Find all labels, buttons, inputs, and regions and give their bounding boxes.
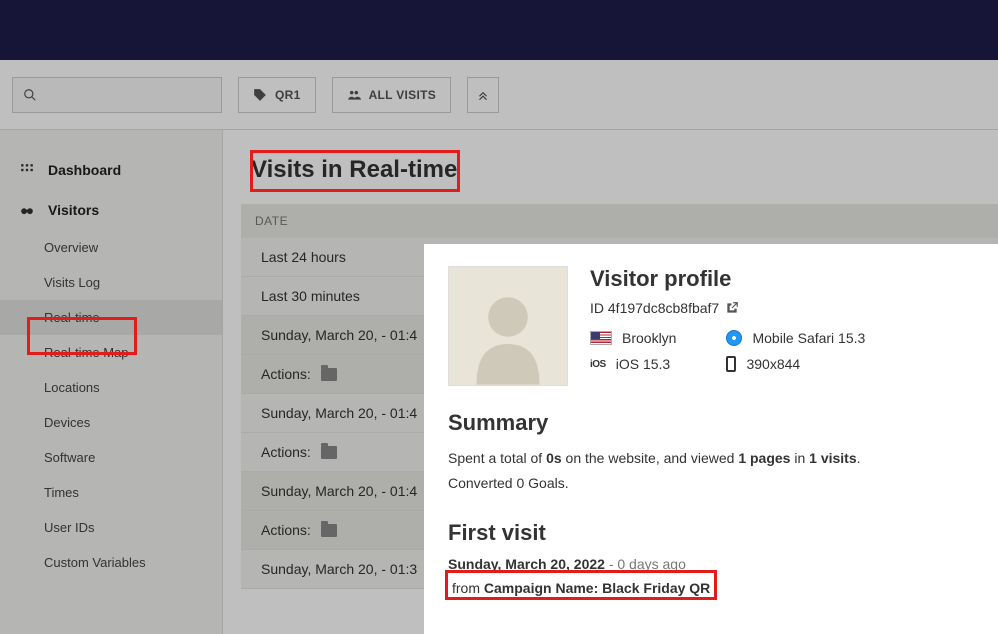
first-visit-date-text: Sunday, March 20, 2022: [448, 556, 605, 572]
visitor-id: ID 4f197dc8cb8fbaf7: [590, 300, 974, 316]
summary-part: Spent a total of: [448, 450, 546, 466]
summary-part: in: [790, 450, 809, 466]
first-visit-date: Sunday, March 20, 2022 - 0 days ago: [448, 556, 974, 572]
summary-part: on the website, and viewed: [562, 450, 739, 466]
summary-heading: Summary: [448, 410, 974, 436]
ios-icon: iOS: [590, 359, 606, 370]
first-visit-ago: - 0 days ago: [605, 556, 686, 572]
mobile-device-icon: [726, 356, 736, 372]
us-flag-icon: [590, 331, 612, 345]
browser-row: Mobile Safari 15.3: [726, 330, 865, 346]
summary-visits: 1 visits: [809, 450, 856, 466]
visitor-id-text: ID 4f197dc8cb8fbaf7: [590, 300, 719, 316]
campaign-from: from: [452, 580, 484, 596]
browser-text: Mobile Safari 15.3: [752, 330, 865, 346]
summary-pages: 1 pages: [738, 450, 790, 466]
popup-title: Visitor profile: [590, 266, 974, 292]
first-visit-heading: First visit: [448, 520, 974, 546]
summary-goals: Converted 0 Goals.: [448, 475, 569, 491]
summary-time: 0s: [546, 450, 562, 466]
visitor-profile-popup: Visitor profile ID 4f197dc8cb8fbaf7 Broo…: [424, 244, 998, 634]
summary-text: Spent a total of 0s on the website, and …: [448, 446, 974, 496]
campaign-source: from Campaign Name: Black Friday QR: [448, 578, 714, 598]
location-row: Brooklyn: [590, 330, 676, 346]
resolution-row: 390x844: [726, 356, 865, 372]
summary-part: .: [857, 450, 861, 466]
avatar: [448, 266, 568, 386]
os-row: iOS iOS 15.3: [590, 356, 676, 372]
external-link-icon[interactable]: [725, 301, 739, 315]
resolution-text: 390x844: [746, 356, 800, 372]
campaign-name: Campaign Name: Black Friday QR: [484, 580, 710, 596]
location-text: Brooklyn: [622, 330, 676, 346]
safari-icon: [726, 330, 742, 346]
os-text: iOS 15.3: [616, 356, 670, 372]
avatar-placeholder-icon: [463, 285, 553, 385]
